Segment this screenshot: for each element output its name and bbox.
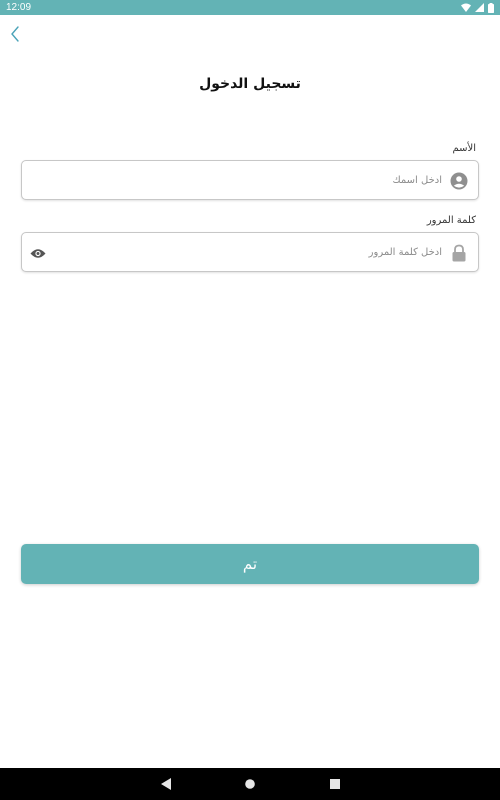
submit-label: تم <box>242 555 258 573</box>
name-field-container[interactable] <box>21 160 479 200</box>
back-button[interactable] <box>6 26 24 46</box>
submit-button[interactable]: تم <box>21 544 479 584</box>
square-recents-icon[interactable] <box>327 776 343 792</box>
battery-icon <box>488 2 494 13</box>
account-circle-icon <box>449 171 469 191</box>
page-title: تسجيل الدخول <box>199 76 301 92</box>
password-label: كلمة المرور <box>426 215 476 226</box>
status-icons <box>461 2 494 13</box>
triangle-back-icon[interactable] <box>158 776 174 792</box>
name-input[interactable] <box>62 161 442 199</box>
eye-icon[interactable] <box>28 243 48 263</box>
name-label: الأسم <box>452 143 476 154</box>
chevron-left-icon <box>10 26 20 46</box>
password-field-container[interactable] <box>21 232 479 272</box>
password-input[interactable] <box>62 233 442 271</box>
signal-icon <box>475 3 484 12</box>
status-bar: 12:09 <box>0 0 500 15</box>
circle-home-icon[interactable] <box>242 776 258 792</box>
lock-icon <box>449 243 469 263</box>
status-time: 12:09 <box>6 2 32 13</box>
navigation-bar <box>0 768 500 800</box>
wifi-icon <box>461 3 471 12</box>
